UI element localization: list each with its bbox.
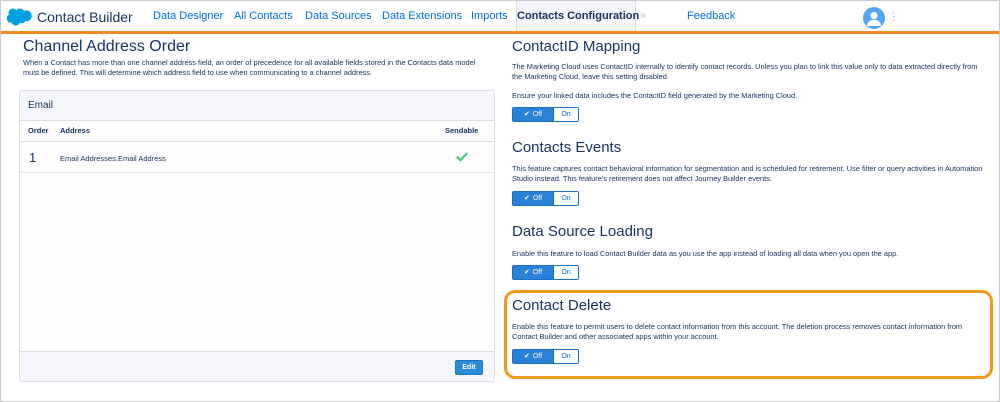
toggle-off-option[interactable]: ✔ Off — [513, 108, 553, 121]
toggle-off-label: Off — [532, 111, 543, 118]
tab-data-sources[interactable]: Data Sources — [305, 1, 372, 31]
email-address-card: Email Order Address Sendable 1 Email Add… — [19, 90, 495, 382]
contactid-mapping-title: ContactID Mapping — [512, 38, 641, 55]
header-divider — [20, 141, 494, 142]
tab-data-designer[interactable]: Data Designer — [153, 1, 223, 31]
row-divider — [20, 172, 494, 173]
app-name: Contact Builder — [37, 9, 133, 25]
toggle-on-option[interactable]: On — [553, 266, 578, 279]
contacts-events-toggle[interactable]: ✔ Off On — [512, 191, 579, 206]
contactid-mapping-note: Ensure your linked data includes the Con… — [512, 91, 798, 100]
contacts-events-title: Contacts Events — [512, 139, 622, 156]
toggle-on-option[interactable]: On — [553, 350, 578, 363]
check-icon: ✔ — [523, 195, 530, 202]
user-menu-icon[interactable]: ⋮ — [888, 10, 899, 23]
toggle-on-option[interactable]: On — [553, 192, 578, 205]
app-window: Contact Builder Data Designer All Contac… — [0, 0, 1000, 402]
tab-data-extensions[interactable]: Data Extensions — [382, 1, 462, 31]
toggle-off-option[interactable]: ✔ Off — [513, 266, 553, 279]
contact-delete-toggle[interactable]: ✔ Off On — [512, 349, 579, 364]
email-card-footer: Edit — [20, 351, 494, 381]
email-card-title: Email — [20, 91, 494, 121]
column-header-sendable: Sendable — [445, 126, 479, 135]
contact-delete-description: Enable this feature to permit users to d… — [512, 322, 963, 341]
tab-imports[interactable]: Imports — [471, 1, 508, 31]
toggle-off-option[interactable]: ✔ Off — [513, 350, 553, 363]
contactid-mapping-description: The Marketing Cloud uses ContactID inter… — [512, 62, 978, 81]
edit-button[interactable]: Edit — [455, 360, 483, 375]
channel-address-order-description: When a Contact has more than one channel… — [23, 58, 476, 77]
row-address-value: Email Addresses.Email Address — [60, 154, 166, 163]
check-icon: ✔ — [523, 269, 530, 276]
channel-address-order-title: Channel Address Order — [23, 38, 191, 55]
data-source-loading-title: Data Source Loading — [512, 223, 653, 240]
contact-delete-title: Contact Delete — [512, 297, 612, 314]
salesforce-cloud-icon — [6, 8, 33, 26]
column-header-address: Address — [60, 126, 91, 135]
tab-feedback[interactable]: Feedback — [687, 1, 735, 31]
column-header-order: Order — [28, 126, 49, 135]
tab-contacts-configuration[interactable]: Contacts Configuration — [516, 1, 639, 31]
top-navigation-bar: Contact Builder Data Designer All Contac… — [1, 1, 999, 34]
contacts-events-description: This feature captures contact behavioral… — [512, 164, 983, 183]
check-icon: ✔ — [523, 111, 530, 118]
check-icon — [456, 150, 468, 162]
app-brand[interactable]: Contact Builder — [6, 6, 133, 28]
contactid-mapping-toggle[interactable]: ✔ Off On — [512, 107, 579, 122]
toggle-off-label: Off — [532, 195, 543, 202]
data-source-loading-description: Enable this feature to load Contact Buil… — [512, 249, 899, 258]
user-avatar-icon[interactable] — [863, 7, 885, 29]
more-tabs-icon[interactable]: » — [640, 10, 646, 22]
toggle-off-label: Off — [532, 269, 543, 276]
data-source-loading-toggle[interactable]: ✔ Off On — [512, 265, 579, 280]
row-order-value: 1 — [29, 150, 37, 165]
tab-all-contacts[interactable]: All Contacts — [234, 1, 293, 31]
toggle-off-option[interactable]: ✔ Off — [513, 192, 553, 205]
toggle-off-label: Off — [532, 353, 543, 360]
check-icon: ✔ — [523, 353, 530, 360]
toggle-on-option[interactable]: On — [553, 108, 578, 121]
